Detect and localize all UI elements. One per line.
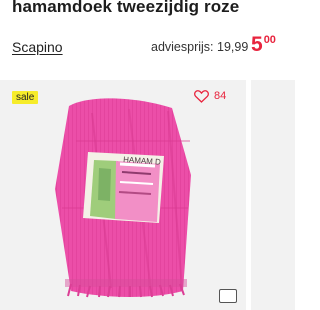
compare-icon[interactable] bbox=[219, 289, 237, 303]
favorites-count: 84 bbox=[214, 90, 227, 102]
current-price: 500 bbox=[251, 34, 276, 56]
product-title: hamamdoek tweezijdig roze bbox=[12, 0, 240, 16]
brand-link[interactable]: Scapino bbox=[12, 39, 63, 55]
price-whole: 5 bbox=[251, 33, 263, 56]
product-image[interactable]: HAMAM D bbox=[40, 98, 210, 299]
sale-badge: sale bbox=[12, 91, 39, 104]
advice-price: adviesprijs: 19,99 bbox=[151, 40, 249, 54]
price-cents: 00 bbox=[263, 34, 276, 46]
next-product-card-edge[interactable] bbox=[251, 80, 295, 310]
